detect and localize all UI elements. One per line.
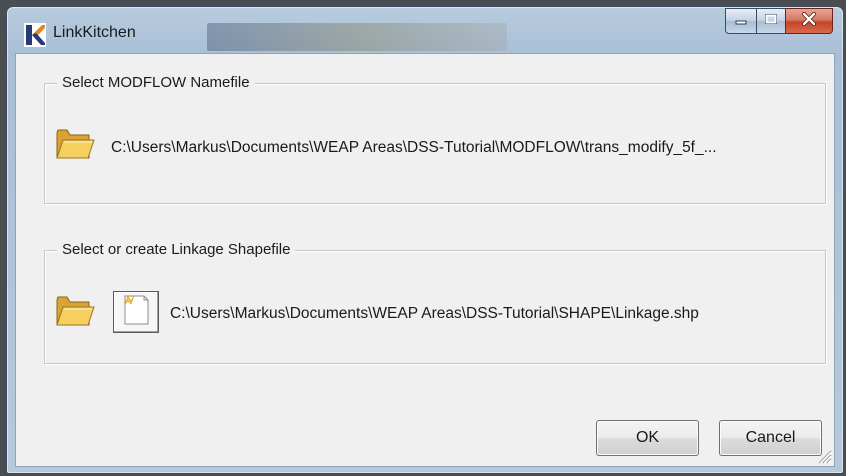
open-shapefile-button[interactable] xyxy=(55,294,95,330)
cancel-button[interactable]: Cancel xyxy=(719,420,822,456)
new-file-icon xyxy=(120,293,152,332)
close-x-icon xyxy=(801,11,817,31)
title-bar[interactable]: LinkKitchen xyxy=(7,7,843,53)
caption-buttons xyxy=(725,8,833,34)
open-modflow-button[interactable] xyxy=(55,127,95,163)
create-shapefile-button[interactable] xyxy=(113,291,159,333)
maximize-button[interactable] xyxy=(756,8,785,34)
modflow-group-label: Select MODFLOW Namefile xyxy=(57,74,255,91)
background-blur xyxy=(207,23,507,51)
minimize-button[interactable] xyxy=(725,8,756,34)
minimize-icon xyxy=(735,12,747,30)
shapefile-path-text: C:\Users\Markus\Documents\WEAP Areas\DSS… xyxy=(170,305,699,322)
resize-grip-icon[interactable] xyxy=(816,448,832,464)
modflow-namefile-group: Select MODFLOW Namefile C:\Users\Markus\… xyxy=(44,74,826,204)
shapefile-group-label: Select or create Linkage Shapefile xyxy=(57,241,296,258)
close-button[interactable] xyxy=(785,8,833,34)
open-folder-icon xyxy=(55,292,95,333)
dialog-client-area: Select MODFLOW Namefile C:\Users\Markus\… xyxy=(15,53,835,467)
linkkitchen-app-icon xyxy=(24,23,46,47)
open-folder-icon xyxy=(55,125,95,166)
maximize-icon xyxy=(764,12,778,30)
ok-button[interactable]: OK xyxy=(596,420,699,456)
modflow-path-text: C:\Users\Markus\Documents\WEAP Areas\DSS… xyxy=(111,139,717,156)
linkkitchen-window: LinkKitchen Select MODFLOW Namefile C:\U… xyxy=(6,6,844,474)
window-title: LinkKitchen xyxy=(53,24,136,41)
linkage-shapefile-group: Select or create Linkage Shapefile C:\Us… xyxy=(44,241,826,364)
